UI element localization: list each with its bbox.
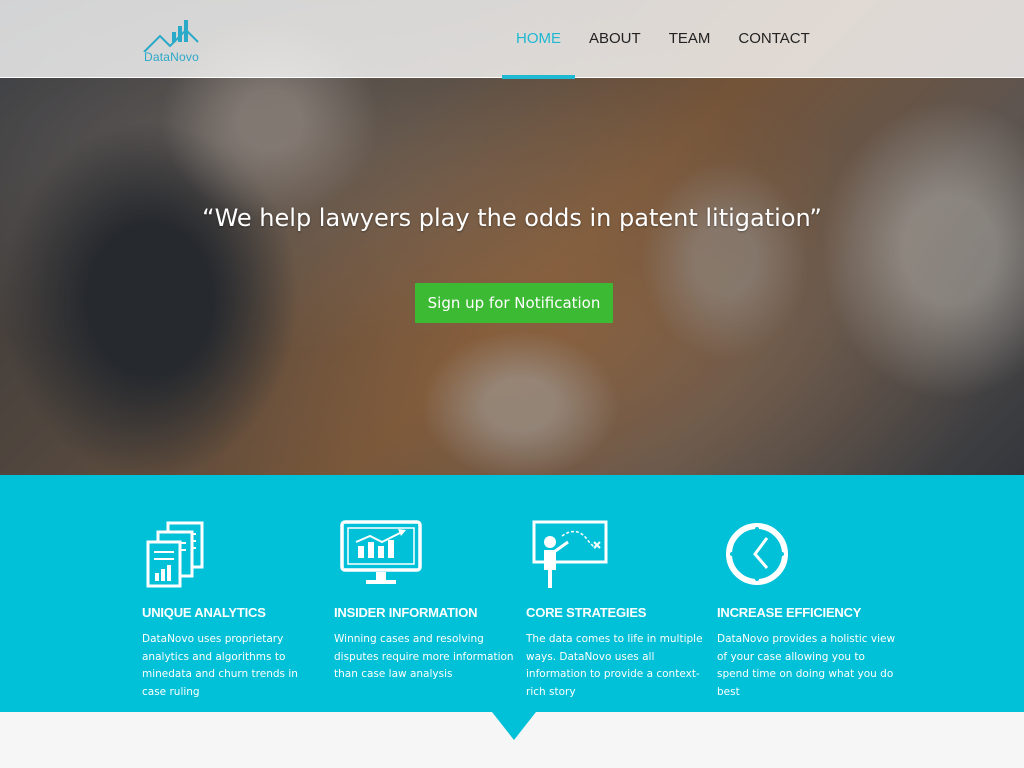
hero-quote: “We help lawyers play the odds in patent…: [202, 204, 822, 232]
feature-description: The data comes to life in multiple ways.…: [526, 633, 703, 698]
site-logo[interactable]: DataNovo: [142, 18, 212, 64]
top-navbar: DataNovo HOME ABOUT TEAM CONTACT: [0, 0, 1024, 79]
section-pointer-arrow: [492, 712, 536, 740]
feature-title: INCREASE EFFICIENCY: [717, 605, 862, 620]
presenter-board-icon: [532, 520, 608, 588]
monitor-chart-icon: [340, 520, 422, 584]
clock-icon: [726, 523, 788, 585]
feature-description: DataNovo uses proprietary analytics and …: [142, 633, 298, 698]
nav-contact[interactable]: CONTACT: [724, 0, 823, 78]
nav-about[interactable]: ABOUT: [575, 0, 655, 78]
feature-description: Winning cases and resolving disputes req…: [334, 633, 514, 680]
feature-title: INSIDER INFORMATION: [334, 605, 478, 620]
logo-chart-icon: [143, 20, 199, 52]
documents-chart-icon: [146, 521, 204, 588]
signup-notification-button[interactable]: Sign up for Notification: [415, 283, 613, 323]
logo-text: DataNovo: [144, 50, 199, 64]
feature-title: UNIQUE ANALYTICS: [142, 605, 266, 620]
nav-team[interactable]: TEAM: [655, 0, 725, 78]
feature-title: CORE STRATEGIES: [526, 605, 647, 620]
features-section: UNIQUE ANALYTICS DataNovo uses proprieta…: [0, 475, 1024, 712]
nav-home[interactable]: HOME: [502, 0, 575, 79]
main-nav: HOME ABOUT TEAM CONTACT: [502, 0, 824, 79]
feature-description: DataNovo provides a holistic view of you…: [717, 633, 896, 698]
hero-section: DataNovo HOME ABOUT TEAM CONTACT “We hel…: [0, 0, 1024, 475]
